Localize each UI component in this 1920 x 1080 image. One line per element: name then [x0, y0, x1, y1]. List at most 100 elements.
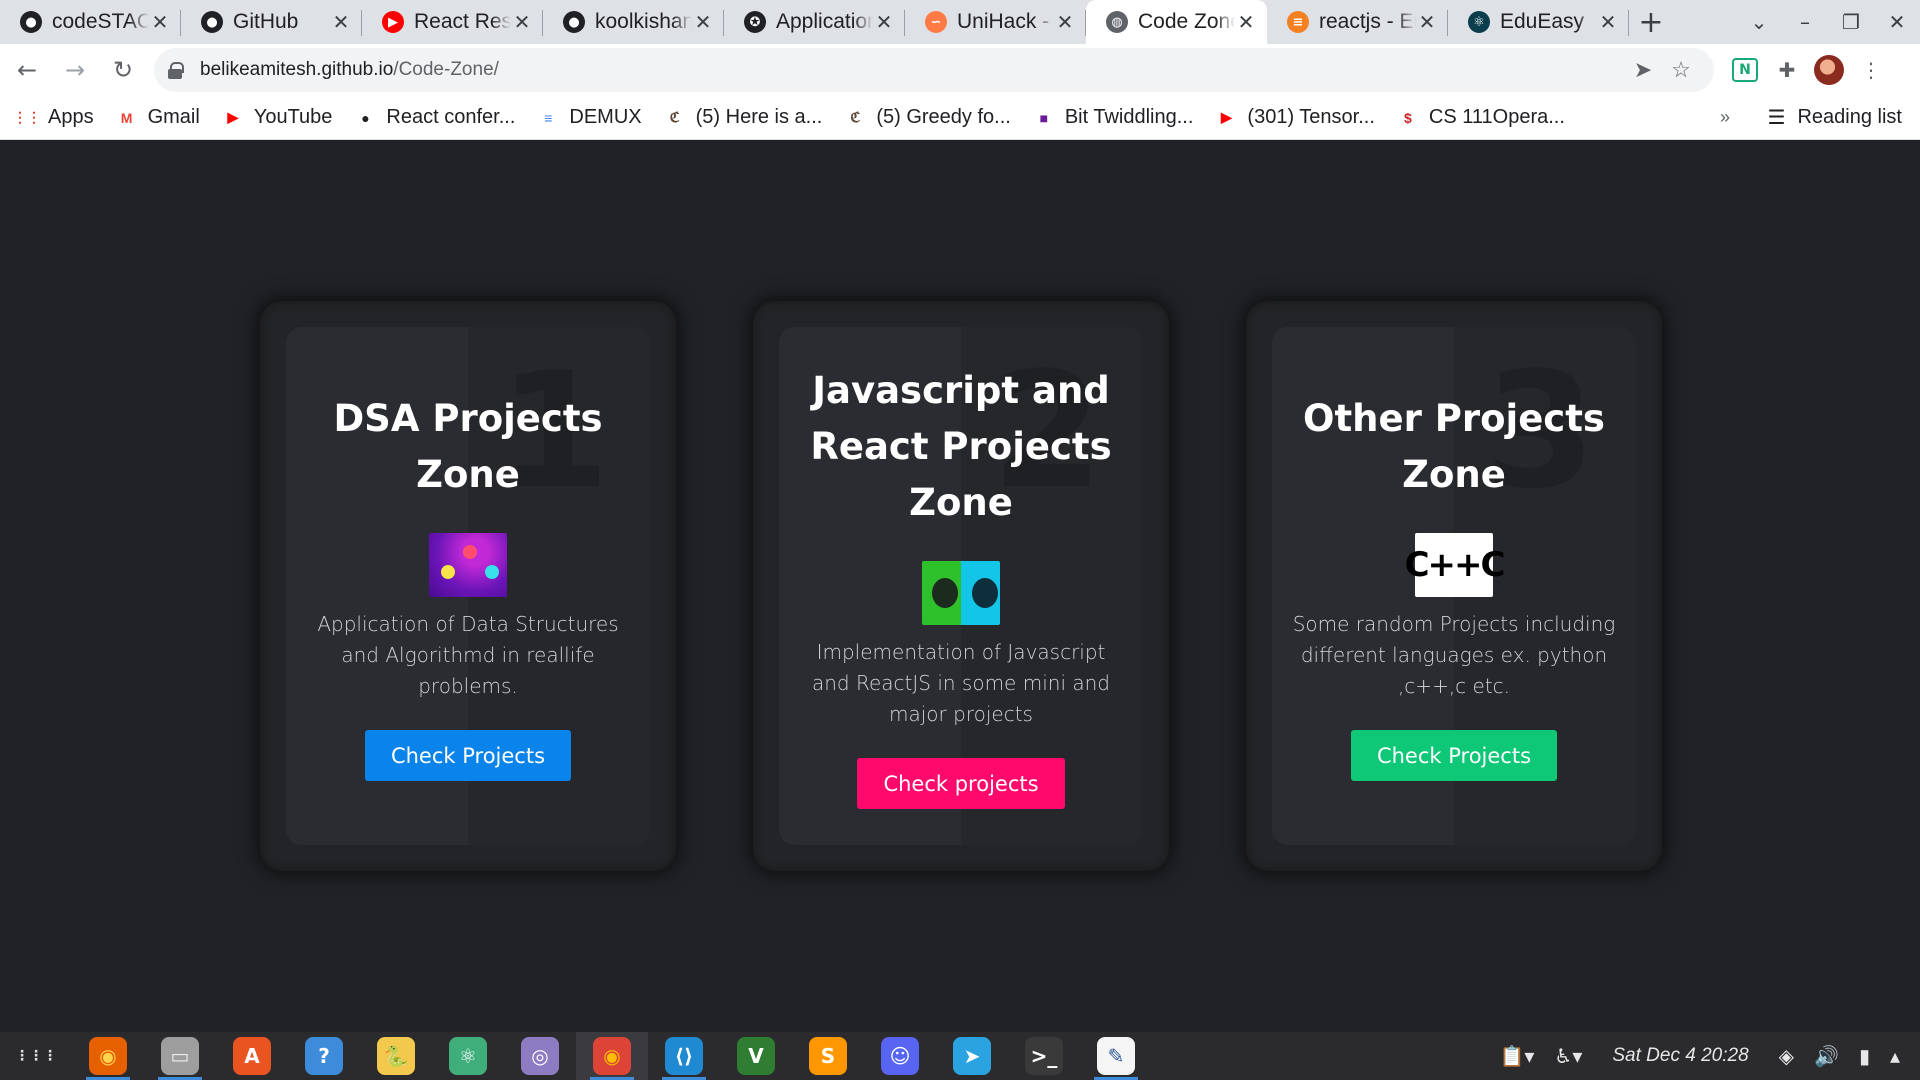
close-tab-icon[interactable]: ✕: [1597, 10, 1619, 34]
github-icon: ●: [563, 11, 585, 33]
extensions-area: N ✚ ⋮: [1724, 55, 1892, 85]
bookmark-item[interactable]: $ CS 111Opera...: [1397, 106, 1565, 129]
clock[interactable]: Sat Dec 4 20:28: [1612, 1045, 1748, 1067]
address-bar[interactable]: belikeamitesh.github.io/Code-Zone/ ➤ ☆: [154, 48, 1714, 92]
dock-app[interactable]: >_: [1008, 1032, 1080, 1080]
firefox-icon: ◉: [89, 1037, 127, 1075]
close-window-icon[interactable]: ✕: [1874, 10, 1920, 34]
dock-app[interactable]: V: [720, 1032, 792, 1080]
close-tab-icon[interactable]: ✕: [1416, 10, 1438, 34]
more-bookmarks-button[interactable]: »: [1720, 107, 1730, 128]
clipboard-icon[interactable]: 📋▾: [1499, 1044, 1534, 1068]
dock-app[interactable]: 🐍: [360, 1032, 432, 1080]
browser-toolbar: ← → ↻ belikeamitesh.github.io/Code-Zone/…: [0, 44, 1920, 96]
window-controls: ⌄ – ❐ ✕: [1736, 0, 1920, 44]
bookmark-label: Apps: [48, 106, 94, 128]
extension-n-icon[interactable]: N: [1732, 58, 1758, 82]
dock-app[interactable]: ?: [288, 1032, 360, 1080]
accessibility-icon[interactable]: ♿▾: [1554, 1044, 1582, 1068]
check-projects-button[interactable]: Check Projects: [364, 730, 572, 781]
reading-list-button[interactable]: ☰ Reading list: [1768, 105, 1902, 130]
close-tab-icon[interactable]: ✕: [1054, 10, 1076, 34]
forward-icon[interactable]: →: [54, 49, 96, 91]
browser-tab[interactable]: ● codeSTACK✕: [0, 0, 181, 44]
close-tab-icon[interactable]: ✕: [692, 10, 714, 34]
chrome-icon: ◉: [593, 1037, 631, 1075]
tab-title: GitHub: [233, 10, 299, 33]
close-tab-icon[interactable]: ✕: [330, 10, 352, 34]
dock-app[interactable]: ◉: [72, 1032, 144, 1080]
browser-tab[interactable]: ⚛ EduEasy ✕: [1448, 0, 1629, 44]
bookmark-item[interactable]: ● React confer...: [354, 106, 515, 129]
dock-app[interactable]: A: [216, 1032, 288, 1080]
bookmark-label: DEMUX: [569, 106, 642, 128]
check-projects-button[interactable]: Check Projects: [1350, 730, 1558, 781]
dock-app[interactable]: ◉: [576, 1032, 648, 1080]
new-tab-button[interactable]: +: [1629, 0, 1673, 44]
dock-app[interactable]: ⟨⟩: [648, 1032, 720, 1080]
bookmark-item[interactable]: ⋮⋮ Apps: [13, 106, 94, 129]
dock-app[interactable]: S: [792, 1032, 864, 1080]
profile-avatar[interactable]: [1814, 55, 1844, 85]
browser-tab[interactable]: ▶ React Resume✕: [362, 0, 543, 44]
extensions-puzzle-icon[interactable]: ✚: [1766, 58, 1808, 82]
system-tray: 📋▾ ♿▾ Sat Dec 4 20:28 ◈ 🔊 ▮ ▴: [1489, 1032, 1910, 1080]
tab-strip: ●codeSTACK✕●GitHub✕▶React Resume✕●koolki…: [0, 0, 1920, 44]
tab-title: Code Zone: [1138, 10, 1235, 33]
browser-tab[interactable]: ◍ Code Zone ✕: [1086, 0, 1267, 44]
card-js-react: 2 Javascript and React Projects Zone Imp…: [753, 301, 1169, 871]
tab-search-icon[interactable]: ⌄: [1736, 10, 1782, 34]
battery-icon[interactable]: ▮: [1859, 1044, 1870, 1068]
bookmark-item[interactable]: ℭ (5) Greedy fo...: [844, 106, 1011, 129]
tab-title: Application: [776, 10, 873, 33]
system-menu-icon[interactable]: ▴: [1890, 1044, 1900, 1068]
close-tab-icon[interactable]: ✕: [873, 10, 895, 34]
browser-tab[interactable]: ● GitHub ✕: [181, 0, 362, 44]
codechef-icon: ℭ: [669, 109, 680, 125]
telegram-icon: ➤: [953, 1037, 991, 1075]
dock-app[interactable]: ➤: [936, 1032, 1008, 1080]
tab-title: reactjs - Error: [1319, 10, 1416, 33]
dock-app[interactable]: ⚛: [432, 1032, 504, 1080]
bookmark-item[interactable]: ▶ (301) Tensor...: [1215, 106, 1375, 129]
dock-app[interactable]: ☺: [864, 1032, 936, 1080]
reload-icon[interactable]: ↻: [102, 49, 144, 91]
globe-icon: ◍: [1106, 11, 1128, 33]
dock-app[interactable]: ▭: [144, 1032, 216, 1080]
back-icon[interactable]: ←: [6, 49, 48, 91]
bookmark-list: ⋮⋮ Apps M Gmail ▶ YouTube ● React confer... ≡ DEM…: [13, 106, 1587, 129]
bookmark-label: (5) Greedy fo...: [876, 106, 1011, 128]
dock-app[interactable]: ◎: [504, 1032, 576, 1080]
browser-tab[interactable]: ● koolkishan ✕: [543, 0, 724, 44]
send-to-devices-icon[interactable]: ➤: [1624, 57, 1662, 83]
bookmark-item[interactable]: ■ Bit Twiddling...: [1033, 106, 1194, 129]
youtube-icon: ▶: [1221, 109, 1232, 125]
minimize-icon[interactable]: –: [1782, 10, 1828, 34]
volume-icon[interactable]: 🔊: [1814, 1044, 1839, 1068]
browser-tab[interactable]: ∽ UniHack - Devfolio✕: [905, 0, 1086, 44]
bookmark-item[interactable]: ℭ (5) Here is a...: [664, 106, 823, 129]
browser-tab[interactable]: ✪ Application ✕: [724, 0, 905, 44]
bookmark-item[interactable]: ≡ DEMUX: [537, 106, 641, 129]
card-dsa: 1 DSA Projects Zone Application of Data …: [260, 301, 676, 871]
restore-icon[interactable]: ❐: [1828, 10, 1874, 34]
check-projects-button[interactable]: Check projects: [857, 758, 1065, 809]
close-tab-icon[interactable]: ✕: [1235, 10, 1257, 34]
url-path: /Code-Zone/: [393, 59, 499, 80]
vim-icon: V: [737, 1037, 775, 1075]
tab-title: EduEasy: [1500, 10, 1585, 33]
bookmark-item[interactable]: M Gmail: [116, 106, 200, 129]
close-tab-icon[interactable]: ✕: [149, 10, 171, 34]
wifi-icon[interactable]: ◈: [1779, 1044, 1794, 1068]
bookmark-star-icon[interactable]: ☆: [1662, 57, 1700, 83]
bookmark-label: Gmail: [147, 106, 200, 128]
close-tab-icon[interactable]: ✕: [511, 10, 533, 34]
card-description: Application of Data Structures and Algor…: [317, 612, 619, 698]
browser-tab[interactable]: ≡ reactjs - Error✕: [1267, 0, 1448, 44]
dock-app[interactable]: ⋮⋮⋮: [0, 1032, 72, 1080]
bookmark-item[interactable]: ▶ YouTube: [222, 106, 332, 129]
lock-icon[interactable]: [168, 62, 184, 79]
dock-app[interactable]: ✎: [1080, 1032, 1152, 1080]
software-icon: A: [233, 1037, 271, 1075]
menu-kebab-icon[interactable]: ⋮: [1850, 58, 1892, 82]
